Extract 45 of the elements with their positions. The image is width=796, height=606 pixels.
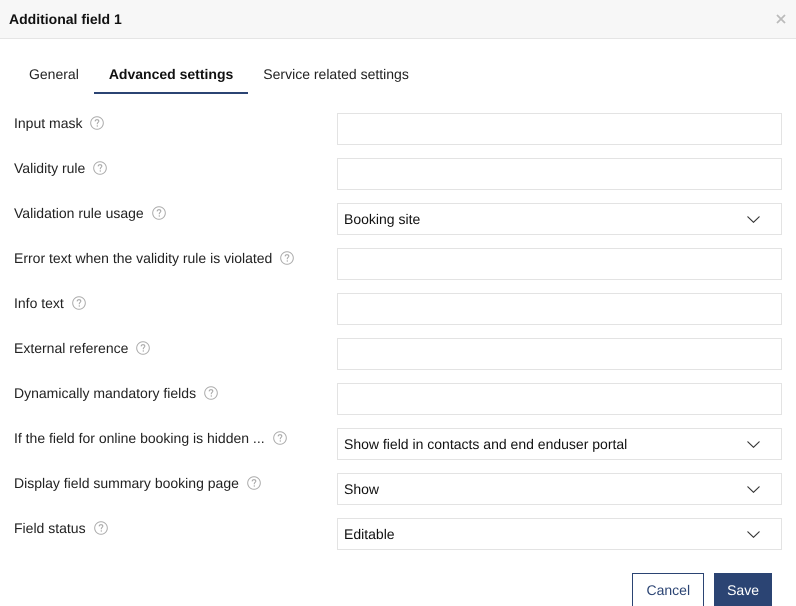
chevron-down-icon — [747, 486, 760, 492]
help-icon[interactable] — [93, 161, 108, 175]
tab[interactable]: General — [14, 56, 94, 94]
dialog-title: Additional field 1 — [9, 10, 122, 28]
help-icon[interactable] — [72, 296, 86, 310]
close-icon[interactable] — [776, 14, 786, 24]
chevron-down-icon — [747, 440, 760, 448]
field-label: Field status — [14, 519, 86, 538]
tab[interactable]: Service related settings — [248, 56, 424, 94]
help-icon[interactable] — [152, 206, 166, 220]
input-field[interactable] — [337, 383, 782, 415]
input-field[interactable] — [337, 293, 782, 325]
help-icon[interactable] — [246, 476, 261, 490]
field-label: External reference — [14, 339, 128, 358]
help-icon[interactable] — [204, 386, 218, 400]
field-label: Validation rule usage — [14, 204, 144, 223]
save-button[interactable]: Save — [714, 573, 772, 606]
help-icon[interactable] — [136, 341, 150, 355]
field-label: If the field for online booking is hidden ... — [14, 429, 265, 448]
dropdown[interactable]: Show field in contacts and end enduser portal — [337, 428, 782, 460]
dropdown-value: Editable — [344, 524, 395, 544]
field-label: Error text when the validity rule is violated — [14, 249, 272, 268]
field-label: Display field summary booking page — [14, 474, 239, 493]
help-icon[interactable] — [272, 431, 287, 445]
help-icon[interactable] — [94, 521, 108, 535]
cancel-button[interactable]: Cancel — [632, 573, 704, 606]
chevron-down-icon — [747, 530, 760, 538]
help-icon[interactable] — [280, 251, 294, 265]
field-label: Validity rule — [14, 159, 86, 178]
chevron-down-icon — [747, 216, 760, 222]
field-label: Info text — [14, 294, 64, 313]
dropdown-value: Booking site — [344, 210, 420, 229]
input-field[interactable] — [337, 248, 782, 280]
field-label: Input mask — [14, 114, 82, 133]
dropdown[interactable]: Show — [337, 473, 782, 505]
dropdown-value: Show — [344, 480, 380, 498]
input-field[interactable] — [337, 113, 782, 145]
tab[interactable]: Advanced settings — [94, 56, 248, 94]
field-label: Dynamically mandatory fields — [14, 384, 196, 403]
help-icon[interactable] — [90, 116, 104, 130]
input-field[interactable] — [337, 158, 782, 190]
dropdown[interactable]: Editable — [337, 518, 782, 550]
dropdown-value: Show field in contacts and end enduser portal — [344, 434, 628, 454]
input-field[interactable] — [337, 338, 782, 370]
dropdown[interactable]: Booking site — [337, 203, 782, 235]
